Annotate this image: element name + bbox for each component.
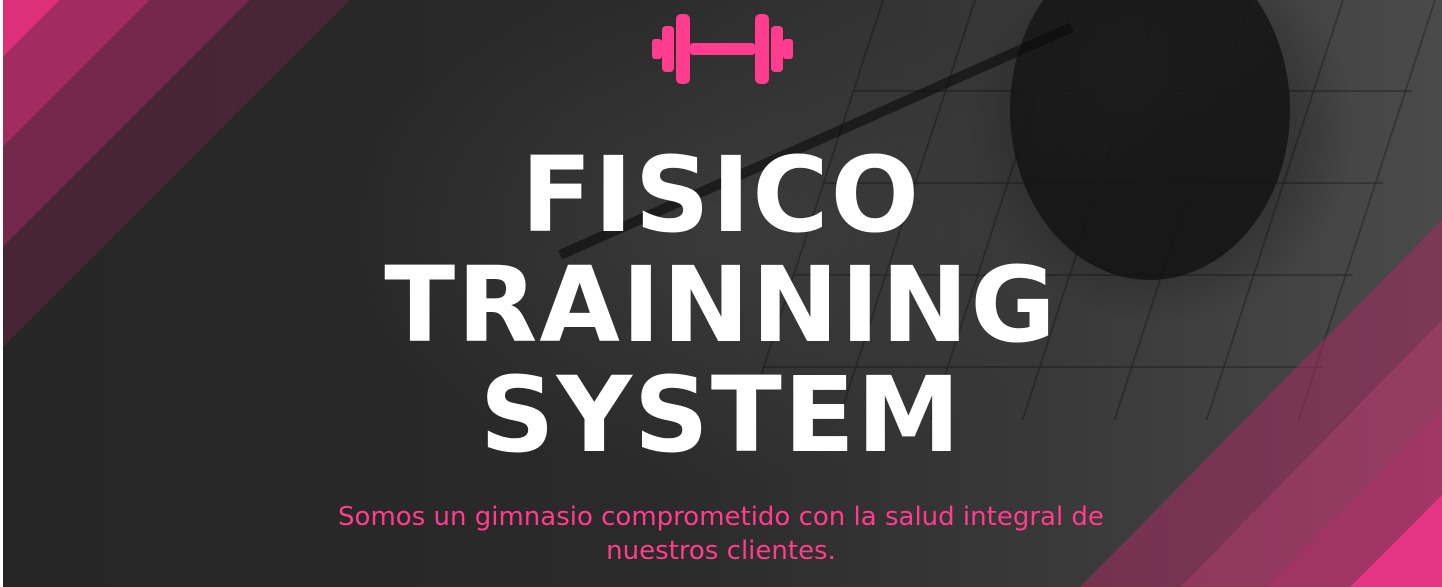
hero-title: FISICO TRAINNING SYSTEM: [0, 140, 1442, 470]
page-left-edge: [0, 0, 3, 587]
hero-title-line-1: FISICO: [520, 134, 922, 256]
hero-title-line-3: SYSTEM: [479, 354, 963, 476]
dumbbell-icon: [652, 14, 793, 84]
hero-section: FISICO TRAINNING SYSTEM Somos un gimnasi…: [0, 0, 1442, 587]
hero-title-line-2: TRAINNING: [384, 244, 1058, 366]
hero-subtitle: Somos un gimnasio comprometido con la sa…: [338, 502, 1104, 566]
hero-content: FISICO TRAINNING SYSTEM Somos un gimnasi…: [0, 0, 1442, 587]
